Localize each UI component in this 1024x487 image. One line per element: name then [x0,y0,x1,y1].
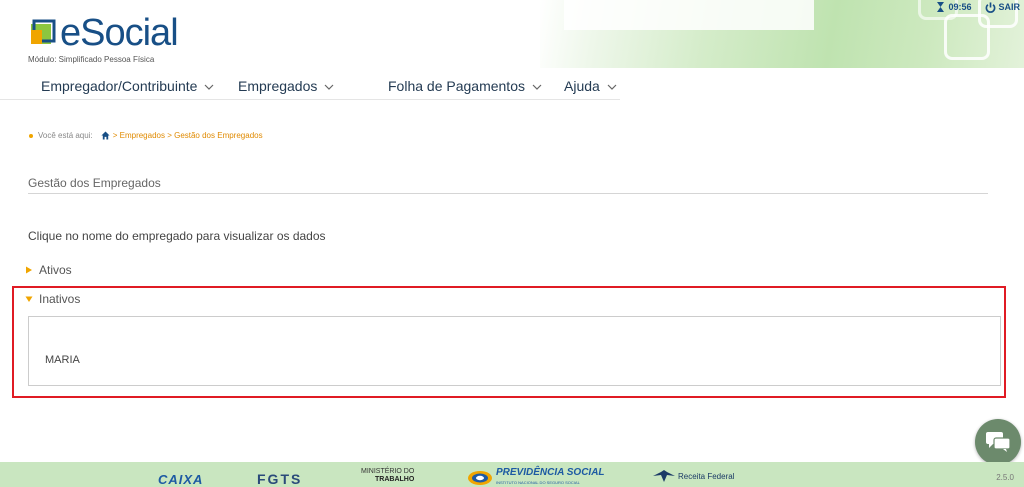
power-icon[interactable] [985,1,996,13]
bullet-icon [29,133,33,138]
session-time: 09:56 [948,2,972,12]
receita-federal-logo: Receita Federal [653,470,734,482]
nav-item-label: Empregados [238,78,318,94]
ministerio-line1: MINISTÉRIO DO [361,468,415,475]
previdencia-logo: PREVIDÊNCIA SOCIAL INSTITUTO NACIONAL DO… [467,468,605,487]
caixa-logo: CAIXA [158,472,204,487]
main-nav: Empregador/Contribuinte Empregados Folha… [0,74,1024,100]
logo-text: eSocial [60,12,179,54]
title-divider [28,193,988,194]
triangle-down-icon [25,296,33,302]
chat-icon [986,432,1011,452]
session-bar: 09:56 SAIR [936,0,1024,14]
chevron-down-icon [607,84,617,90]
ministerio-trabalho-logo: MINISTÉRIO DO TRABALHO [361,468,414,484]
breadcrumb-prefix: Você está aqui: [38,131,93,140]
group-label: Inativos [39,292,81,306]
version-label: 2.5.0 [996,473,1014,482]
instruction-text: Clique no nome do empregado para visuali… [28,229,326,243]
chevron-down-icon [204,84,214,90]
clock-icon [937,2,945,12]
chat-button[interactable] [975,419,1021,465]
nav-item-folha[interactable]: Folha de Pagamentos [388,78,542,94]
group-ativos[interactable]: Ativos [25,263,72,277]
previdencia-emblem-icon [468,471,492,485]
nav-item-label: Folha de Pagamentos [388,78,525,94]
logout-button[interactable]: SAIR [998,2,1020,12]
fgts-logo: FGTS [257,471,303,487]
header-white-panel [564,0,814,30]
employee-link[interactable]: MARIA [45,354,80,366]
home-icon[interactable] [101,131,110,140]
breadcrumb-trail[interactable]: > Empregados > Gestão dos Empregados [113,131,263,140]
receita-eagle-icon [653,470,675,482]
esocial-logo[interactable]: eSocial [28,12,179,54]
breadcrumb: Você está aqui: > Empregados > Gestão do… [29,131,263,140]
ministerio-line2: TRABALHO [375,476,415,483]
header: eSocial Módulo: Simplificado Pessoa Físi… [0,0,1024,68]
nav-divider [0,99,620,100]
group-inativos[interactable]: Inativos [25,292,80,306]
previdencia-subtext: INSTITUTO NACIONAL DO SEGURO SOCIAL [496,480,580,485]
inativos-panel [28,316,1001,386]
triangle-right-icon [26,266,32,274]
esocial-logo-icon [31,19,56,44]
previdencia-text: PREVIDÊNCIA SOCIAL [496,467,605,478]
footer: CAIXA FGTS MINISTÉRIO DO TRABALHO PREVID… [0,462,1024,487]
nav-item-empregados[interactable]: Empregados [238,78,334,94]
chevron-down-icon [324,84,334,90]
group-label: Ativos [39,263,72,277]
page-title: Gestão dos Empregados [28,176,161,190]
nav-item-label: Ajuda [564,78,600,94]
receita-text: Receita Federal [678,471,735,481]
chevron-down-icon [532,84,542,90]
nav-item-ajuda[interactable]: Ajuda [564,78,617,94]
nav-item-label: Empregador/Contribuinte [41,78,198,94]
nav-item-empregador[interactable]: Empregador/Contribuinte [41,78,214,94]
module-subtitle: Módulo: Simplificado Pessoa Física [28,55,155,64]
